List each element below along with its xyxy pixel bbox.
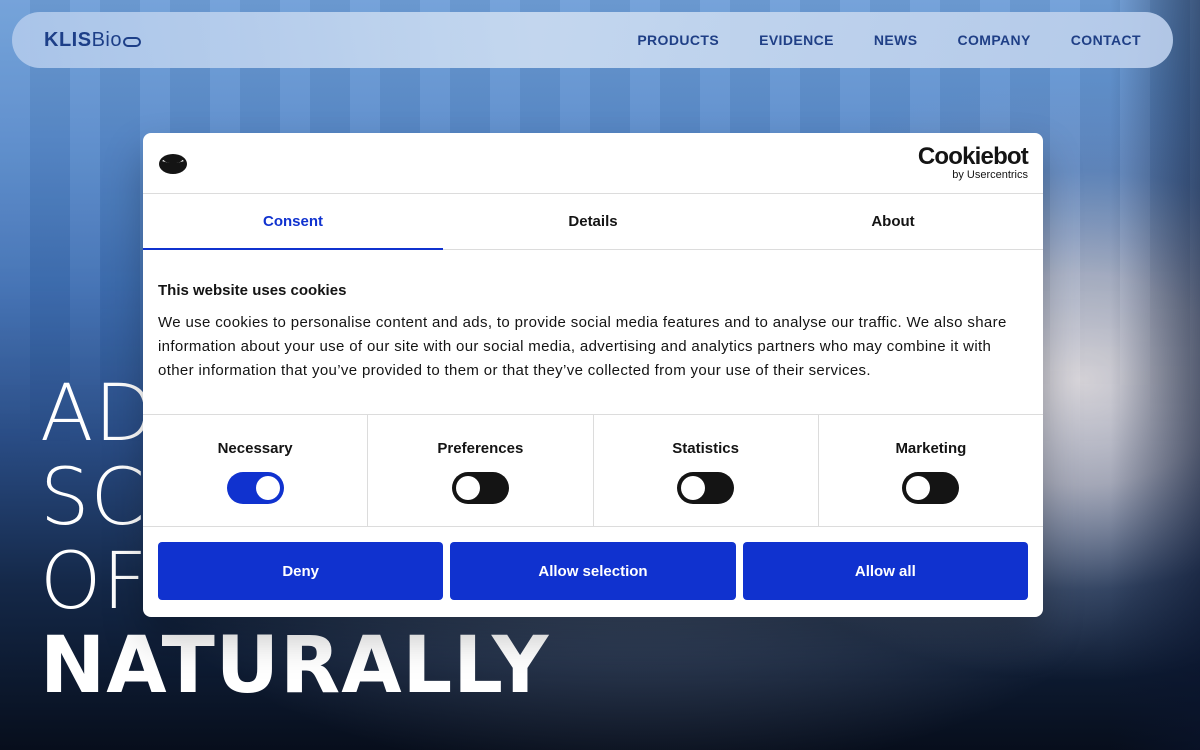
dialog-tabs: Consent Details About — [143, 194, 1043, 250]
nav-link-products[interactable]: PRODUCTS — [637, 32, 719, 48]
preferences-toggle[interactable] — [451, 472, 509, 504]
top-navbar: KLIS Bio PRODUCTS EVIDENCE NEWS COMPANY … — [12, 12, 1173, 68]
statistics-toggle[interactable] — [677, 472, 735, 504]
category-statistics: Statistics — [594, 415, 819, 526]
toggle-knob — [255, 476, 280, 500]
brand-name: Cookiebot — [917, 143, 1029, 170]
nav-link-evidence[interactable]: EVIDENCE — [759, 32, 834, 48]
nav-link-news[interactable]: NEWS — [874, 32, 918, 48]
deny-button[interactable]: Deny — [158, 542, 444, 600]
dialog-body: This website uses cookies We use cookies… — [143, 250, 1043, 414]
toggle-knob — [455, 476, 480, 500]
category-toggles: Necessary Preferences Statistics Marketi… — [143, 414, 1043, 527]
category-marketing: Marketing — [819, 415, 1043, 526]
tab-about[interactable]: About — [743, 194, 1043, 249]
allow-selection-button[interactable]: Allow selection — [450, 542, 736, 600]
klisbio-logo[interactable]: KLIS Bio — [44, 29, 141, 52]
dialog-description: We use cookies to personalise content an… — [158, 314, 1007, 379]
category-label: Preferences — [437, 440, 524, 457]
nav-link-contact[interactable]: CONTACT — [1071, 32, 1141, 48]
logo-pill-icon — [122, 37, 141, 47]
category-label: Statistics — [672, 440, 739, 457]
category-label: Necessary — [217, 440, 293, 457]
category-preferences: Preferences — [368, 415, 594, 526]
dialog-buttons: Deny Allow selection Allow all — [143, 527, 1043, 615]
logo-text-light: Bio — [91, 28, 122, 51]
allow-all-button[interactable]: Allow all — [742, 542, 1028, 600]
tab-consent[interactable]: Consent — [143, 194, 443, 250]
dialog-header: Cookiebot by Usercentrics — [143, 133, 1043, 194]
nav-link-company[interactable]: COMPANY — [957, 32, 1030, 48]
nav-links: PRODUCTS EVIDENCE NEWS COMPANY CONTACT — [637, 32, 1141, 48]
tab-details[interactable]: Details — [443, 194, 743, 249]
hero-line-4: NATURALLY — [40, 621, 550, 711]
logo-text-bold: KLIS — [44, 28, 92, 51]
dialog-title: This website uses cookies — [158, 282, 347, 299]
toggle-knob — [906, 476, 931, 500]
necessary-toggle[interactable] — [226, 472, 284, 504]
marketing-toggle[interactable] — [902, 472, 960, 504]
category-label: Marketing — [895, 440, 967, 457]
cookie-logo-icon — [158, 151, 188, 175]
cookiebot-brand[interactable]: Cookiebot by Usercentrics — [917, 143, 1029, 181]
category-necessary: Necessary — [143, 415, 369, 526]
cookie-consent-dialog: Cookiebot by Usercentrics Consent Detail… — [143, 133, 1043, 617]
toggle-knob — [681, 476, 706, 500]
brand-subtitle: by Usercentrics — [952, 169, 1028, 181]
